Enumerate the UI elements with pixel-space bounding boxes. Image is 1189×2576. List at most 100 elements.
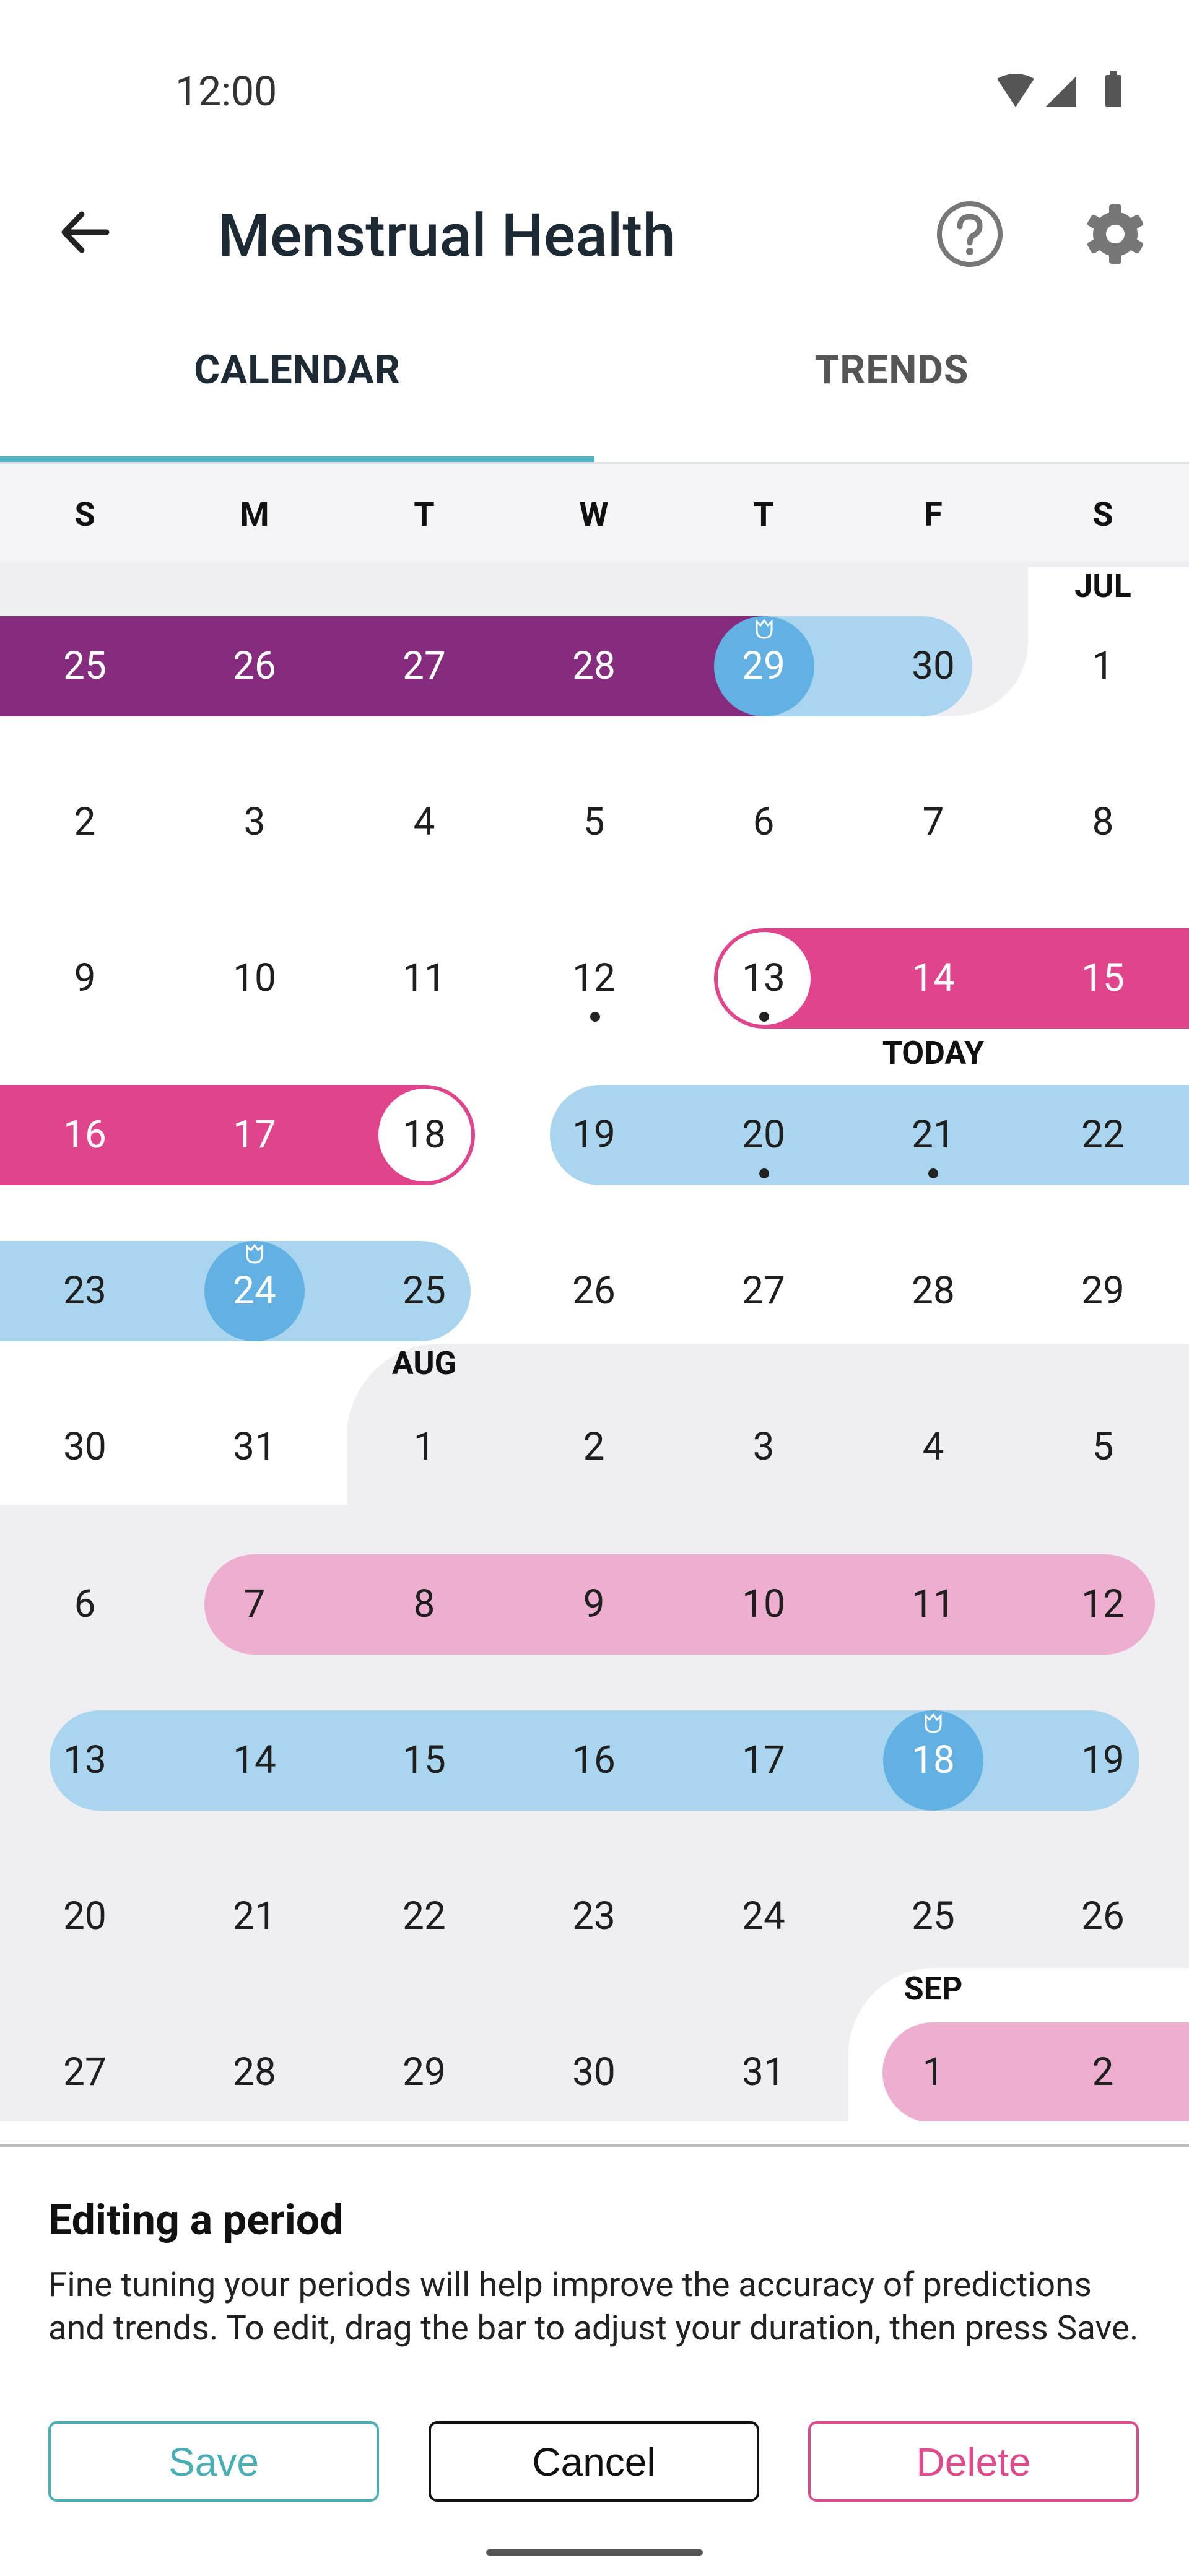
calendar-day[interactable]: 15 <box>339 1723 509 1798</box>
calendar-day[interactable]: 10 <box>679 1567 848 1642</box>
status-bar: 12:00 <box>0 0 1189 155</box>
calendar-day[interactable]: 25 <box>0 629 170 703</box>
calendar-day[interactable]: 22 <box>339 1879 509 1954</box>
calendar-day[interactable]: 31 <box>170 1410 339 1484</box>
june-shade <box>0 561 1189 567</box>
calendar-day[interactable]: 29 <box>679 629 848 703</box>
calendar-day[interactable]: 9 <box>0 941 170 1016</box>
calendar-day[interactable]: 21 <box>170 1879 339 1954</box>
calendar-day[interactable]: 5 <box>1018 1410 1188 1484</box>
weekday-label: T <box>414 495 435 534</box>
calendar-day[interactable]: 14 <box>170 1723 339 1798</box>
calendar-day[interactable]: 9 <box>509 1567 679 1642</box>
calendar-day[interactable]: 30 <box>0 1410 170 1484</box>
calendar-day[interactable]: 17 <box>170 1098 339 1172</box>
calendar-day[interactable]: 17 <box>679 1723 848 1798</box>
calendar-day[interactable]: 2 <box>0 785 170 859</box>
signal-icon <box>1045 76 1076 107</box>
calendar-day[interactable]: 11 <box>339 941 509 1016</box>
wifi-icon <box>997 74 1034 107</box>
calendar-day[interactable]: 26 <box>1018 1879 1188 1954</box>
calendar-day[interactable]: 23 <box>0 1254 170 1328</box>
calendar-day[interactable]: 13 <box>679 941 848 1016</box>
calendar-day[interactable]: 28 <box>509 629 679 703</box>
calendar-day[interactable]: 20 <box>0 1879 170 1954</box>
help-icon[interactable] <box>935 199 1004 269</box>
calendar-day[interactable]: 6 <box>0 1567 170 1642</box>
calendar-day[interactable]: 13 <box>0 1723 170 1798</box>
tab-trends[interactable]: TRENDS <box>594 347 1189 393</box>
calendar-day[interactable]: 10 <box>170 941 339 1016</box>
status-time: 12:00 <box>175 68 277 116</box>
calendar-day[interactable]: 16 <box>0 1098 170 1172</box>
month-label-sep: SEP <box>904 1970 963 2008</box>
calendar-day[interactable]: 14 <box>848 941 1018 1016</box>
gear-icon[interactable] <box>1081 199 1150 269</box>
calendar-day[interactable]: 16 <box>509 1723 679 1798</box>
calendar-day[interactable]: 1 <box>339 1410 509 1484</box>
calendar-day[interactable]: 20 <box>679 1098 848 1172</box>
calendar-day[interactable]: 1 <box>848 2035 1018 2110</box>
calendar-day[interactable]: 3 <box>170 785 339 859</box>
weekday-label: S <box>74 495 95 534</box>
calendar-day-today[interactable]: 21 <box>848 1098 1018 1172</box>
calendar-day[interactable]: 19 <box>509 1098 679 1172</box>
calendar-day[interactable]: 27 <box>679 1254 848 1328</box>
calendar-grid[interactable]: JUL AUG SEP TODAY 25 26 27 28 29 30 1 2 … <box>0 561 1189 2121</box>
calendar-day[interactable]: 28 <box>848 1254 1018 1328</box>
delete-button[interactable]: Delete <box>808 2421 1139 2502</box>
month-label-jul: JUL <box>1074 567 1131 605</box>
calendar-day[interactable]: 30 <box>509 2035 679 2110</box>
calendar-day[interactable]: 27 <box>339 629 509 703</box>
calendar-day[interactable]: 18 <box>339 1098 509 1172</box>
calendar-day[interactable]: 3 <box>679 1410 848 1484</box>
calendar-day[interactable]: 12 <box>1018 1567 1188 1642</box>
calendar-day[interactable]: 6 <box>679 785 848 859</box>
calendar-day[interactable]: 1 <box>1018 629 1188 703</box>
cancel-button[interactable]: Cancel <box>429 2421 759 2502</box>
calendar-day[interactable]: 26 <box>509 1254 679 1328</box>
calendar-day[interactable]: 8 <box>1018 785 1188 859</box>
log-dot <box>759 1168 769 1178</box>
today-label: TODAY <box>882 1034 985 1072</box>
calendar-day[interactable]: 25 <box>339 1254 509 1328</box>
calendar-day[interactable]: 4 <box>339 785 509 859</box>
log-dot <box>759 1012 769 1022</box>
calendar-day[interactable]: 30 <box>848 629 1018 703</box>
calendar-day[interactable]: 23 <box>509 1879 679 1954</box>
weekday-label: T <box>753 495 774 534</box>
calendar-day[interactable]: 24 <box>679 1879 848 1954</box>
calendar-day[interactable]: 8 <box>339 1567 509 1642</box>
tab-indicator <box>0 456 594 462</box>
log-dot <box>590 1012 600 1022</box>
calendar-day[interactable]: 11 <box>848 1567 1018 1642</box>
calendar-day[interactable]: 28 <box>170 2035 339 2110</box>
sheet-description: Fine tuning your periods will help impro… <box>48 2265 1139 2348</box>
calendar-day[interactable]: 18 <box>848 1723 1018 1798</box>
back-arrow-icon[interactable] <box>57 204 113 260</box>
system-status-icons <box>997 71 1121 107</box>
gesture-handle[interactable] <box>486 2549 703 2556</box>
tab-calendar[interactable]: CALENDAR <box>0 347 594 393</box>
calendar-day[interactable]: 26 <box>170 629 339 703</box>
calendar-day[interactable]: 7 <box>848 785 1018 859</box>
calendar-day[interactable]: 2 <box>1018 2035 1188 2110</box>
calendar-day[interactable]: 4 <box>848 1410 1018 1484</box>
calendar-day[interactable]: 24 <box>170 1254 339 1328</box>
calendar-day[interactable]: 7 <box>170 1567 339 1642</box>
save-button[interactable]: Save <box>48 2421 379 2502</box>
calendar-day[interactable]: 25 <box>848 1879 1018 1954</box>
calendar-day[interactable]: 22 <box>1018 1098 1188 1172</box>
weekday-label: W <box>579 495 609 534</box>
calendar-day[interactable]: 15 <box>1018 941 1188 1016</box>
calendar-day[interactable]: 12 <box>509 941 679 1016</box>
calendar-day[interactable]: 19 <box>1018 1723 1188 1798</box>
calendar-day[interactable]: 27 <box>0 2035 170 2110</box>
weekday-label: M <box>240 495 269 534</box>
calendar-day[interactable]: 31 <box>679 2035 848 2110</box>
calendar-day[interactable]: 29 <box>1018 1254 1188 1328</box>
sheet-title: Editing a period <box>48 2195 344 2245</box>
calendar-day[interactable]: 29 <box>339 2035 509 2110</box>
calendar-day[interactable]: 2 <box>509 1410 679 1484</box>
calendar-day[interactable]: 5 <box>509 785 679 859</box>
